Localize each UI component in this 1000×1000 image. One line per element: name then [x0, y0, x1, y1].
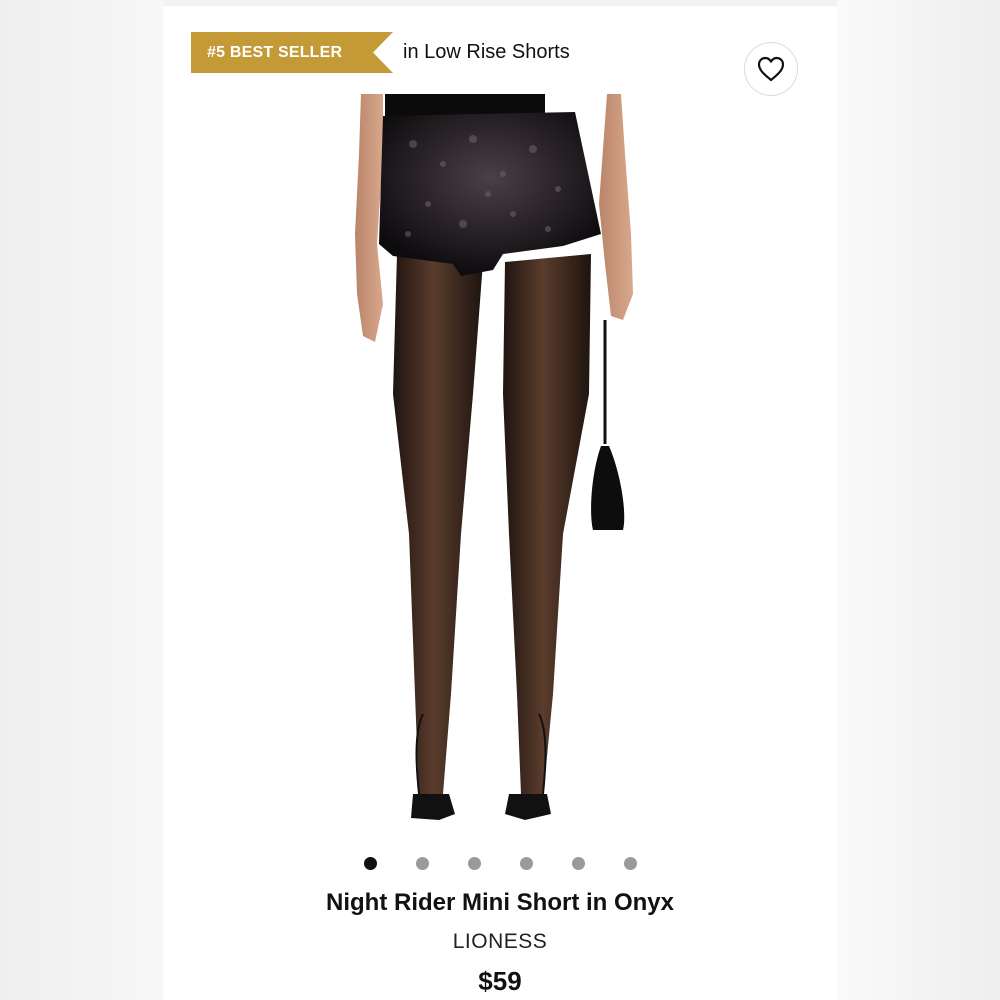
background-blur-right	[837, 0, 1000, 1000]
carousel-pagination	[163, 856, 837, 872]
product-price: $59	[478, 966, 522, 996]
carousel-dot[interactable]	[572, 857, 585, 870]
product-page: #5 BEST SELLER in Low Rise Shorts Night …	[163, 0, 837, 1000]
best-seller-badge: #5 BEST SELLER	[191, 32, 393, 73]
carousel-dot[interactable]	[520, 857, 533, 870]
product-title: Night Rider Mini Short in Onyx	[326, 889, 674, 916]
heart-icon	[757, 56, 785, 82]
top-strip	[163, 0, 837, 6]
carousel-dot[interactable]	[364, 857, 377, 870]
product-image[interactable]	[353, 94, 653, 836]
badge-label: #5 BEST SELLER	[207, 44, 343, 61]
background-blur-left	[0, 0, 163, 1000]
carousel-dot[interactable]	[624, 857, 637, 870]
badge-category-link[interactable]: in Low Rise Shorts	[403, 32, 570, 73]
carousel-dot[interactable]	[468, 857, 481, 870]
carousel-dot[interactable]	[416, 857, 429, 870]
product-brand[interactable]: LIONESS	[163, 930, 837, 954]
wishlist-button[interactable]	[744, 42, 798, 96]
